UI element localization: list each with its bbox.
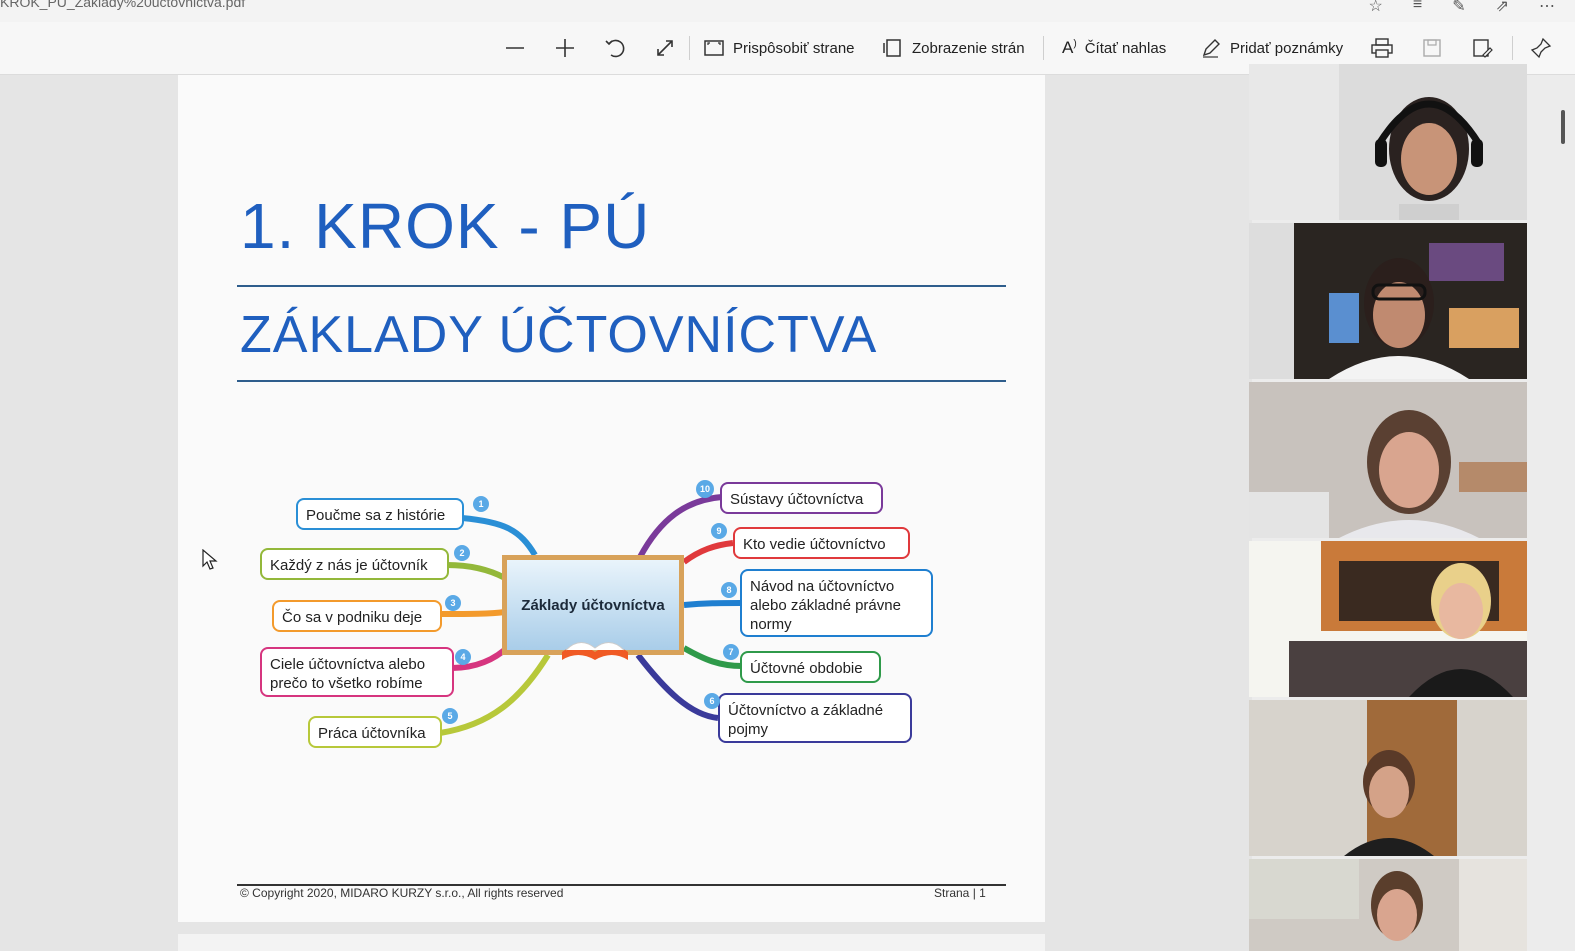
participant-video-4[interactable] — [1249, 541, 1527, 697]
page-number: Strana | 1 — [934, 886, 986, 900]
read-aloud-button[interactable]: A) Čítať nahlas — [1062, 22, 1166, 74]
read-aloud-icon: A) — [1062, 38, 1077, 57]
badge-6: 6 — [709, 696, 714, 706]
scrollbar-thumb[interactable] — [1561, 110, 1565, 144]
badge-4: 4 — [460, 652, 465, 662]
badge-10: 10 — [700, 484, 710, 494]
person-icon — [1249, 382, 1527, 538]
badge-3: 3 — [450, 598, 455, 608]
badge-9: 9 — [716, 526, 721, 536]
save-as-icon — [1473, 39, 1493, 58]
print-icon — [1371, 38, 1393, 58]
copyright-text: © Copyright 2020, MIDARO KURZY s.r.o., A… — [240, 886, 564, 900]
participant-video-2[interactable] — [1249, 223, 1527, 379]
mindmap-badges: 1 2 3 4 5 6 7 8 9 10 — [442, 480, 739, 724]
favorites-list-icon[interactable]: ≡ — [1413, 0, 1422, 16]
person-icon — [1249, 223, 1527, 379]
share-icon[interactable]: ⇗ — [1496, 0, 1509, 16]
participant-video-1[interactable] — [1249, 64, 1527, 220]
save-icon — [1423, 39, 1441, 57]
participant-video-6[interactable] — [1249, 859, 1527, 951]
more-icon[interactable]: ⋯ — [1539, 0, 1555, 16]
person-icon — [1249, 859, 1527, 951]
favorite-star-icon[interactable]: ☆ — [1369, 0, 1383, 16]
pen-icon — [1202, 39, 1220, 58]
pen-icon[interactable]: ✎ — [1452, 0, 1465, 16]
person-icon — [1249, 541, 1527, 697]
pin-toolbar-button[interactable] — [1530, 22, 1552, 74]
pin-icon — [1530, 37, 1552, 59]
mouse-cursor-icon — [202, 549, 218, 570]
person-icon — [1249, 64, 1527, 220]
badge-7: 7 — [728, 647, 733, 657]
badge-1: 1 — [478, 499, 483, 509]
read-aloud-label: Čítať nahlas — [1084, 39, 1167, 57]
participant-video-5[interactable] — [1249, 700, 1527, 856]
badge-5: 5 — [447, 711, 452, 721]
badge-8: 8 — [726, 585, 731, 595]
person-icon — [1249, 700, 1527, 856]
next-pdf-page — [178, 934, 1045, 951]
add-notes-label: Pridať poznámky — [1230, 39, 1344, 57]
badge-2: 2 — [459, 548, 464, 558]
participant-video-3[interactable] — [1249, 382, 1527, 538]
